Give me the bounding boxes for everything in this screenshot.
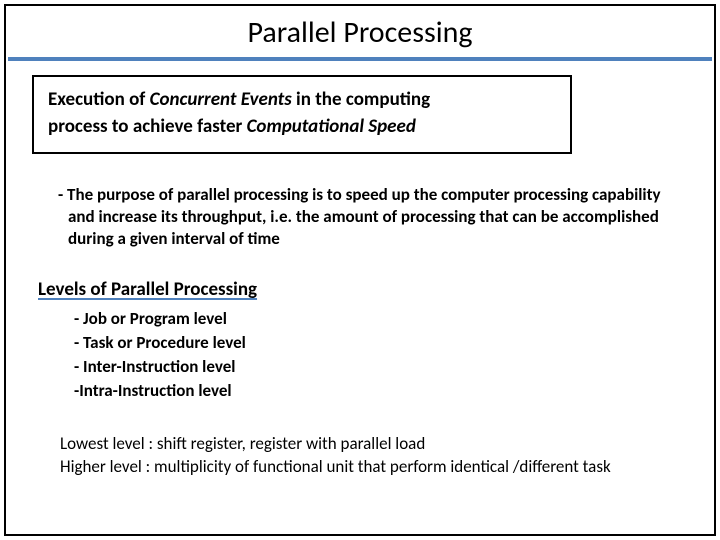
slide-border bbox=[4, 4, 716, 536]
title-underline bbox=[8, 57, 712, 61]
slide-title: Parallel Processing bbox=[0, 14, 720, 51]
title-block: Parallel Processing bbox=[0, 0, 720, 61]
